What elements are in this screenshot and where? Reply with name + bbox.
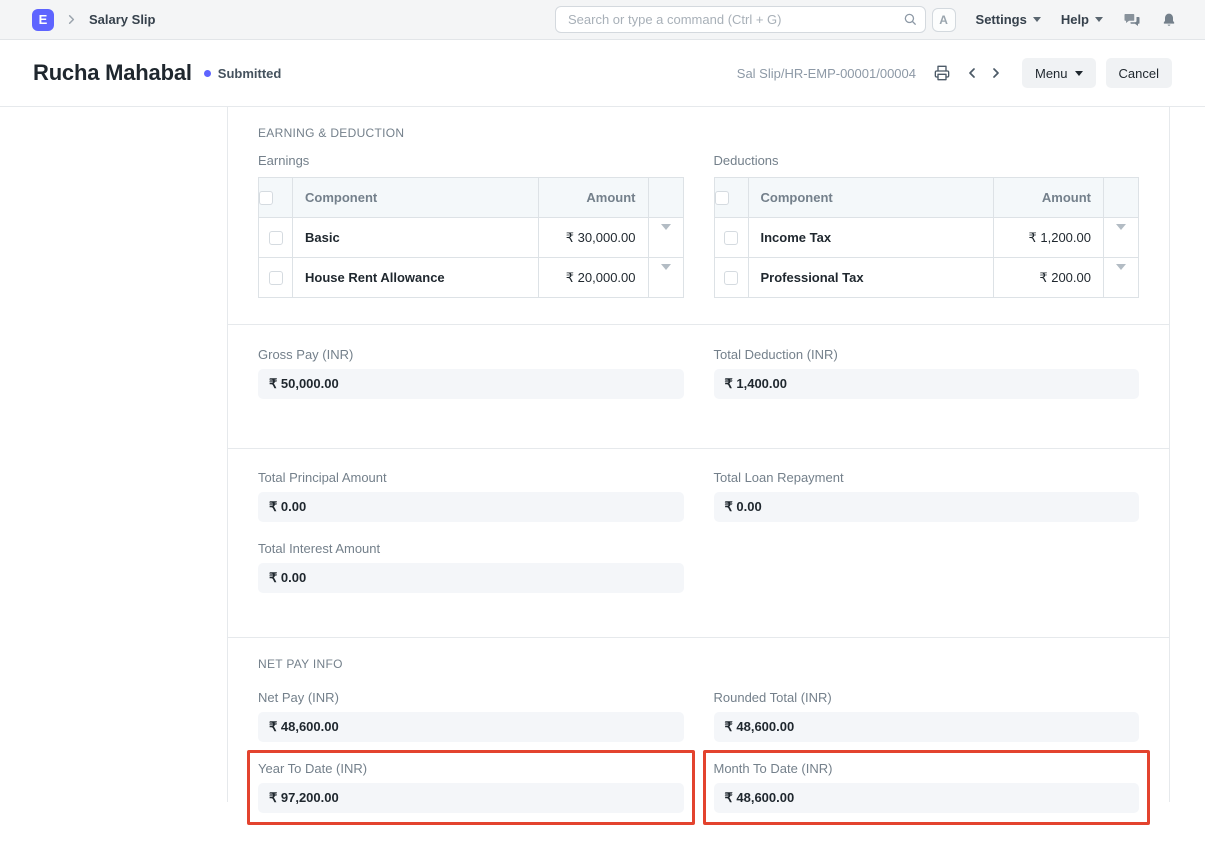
field-value: ₹ 0.00 [258, 492, 684, 522]
row-checkbox[interactable] [269, 271, 283, 285]
menu-button-label: Menu [1035, 66, 1068, 81]
avatar[interactable]: A [932, 8, 956, 32]
notifications-bell-icon[interactable] [1161, 12, 1177, 28]
earnings-table: Component Amount Basic ₹ 30,000.00 [258, 177, 684, 298]
column-header-component: Component [748, 178, 994, 218]
field-total-principal-amount: Total Principal Amount ₹ 0.00 [258, 470, 684, 522]
amount-cell[interactable]: ₹ 200.00 [994, 258, 1104, 298]
row-expand-caret-icon[interactable] [661, 224, 671, 245]
field-value: ₹ 48,600.00 [258, 712, 684, 742]
print-icon[interactable] [934, 65, 950, 81]
table-header-row: Component Amount [714, 178, 1139, 218]
field-label: Year To Date (INR) [258, 761, 684, 776]
field-value: ₹ 1,400.00 [714, 369, 1140, 399]
chat-icon[interactable] [1123, 11, 1141, 29]
section-net-pay-info: NET PAY INFO Net Pay (INR) ₹ 48,600.00 R… [228, 638, 1169, 845]
field-label: Gross Pay (INR) [258, 347, 684, 362]
breadcrumb-item-salary-slip[interactable]: Salary Slip [89, 12, 155, 27]
table-row[interactable]: Basic ₹ 30,000.00 [259, 218, 684, 258]
component-cell[interactable]: Professional Tax [748, 258, 994, 298]
deductions-column: Deductions Component Amount Inco [714, 153, 1140, 298]
section-heading: NET PAY INFO [258, 638, 1139, 671]
field-month-to-date: Month To Date (INR) ₹ 48,600.00 [714, 761, 1140, 813]
navbar-actions: A Settings Help [932, 8, 1177, 32]
component-cell[interactable]: Basic [293, 218, 539, 258]
component-cell[interactable]: House Rent Allowance [293, 258, 539, 298]
settings-menu[interactable]: Settings [976, 12, 1041, 27]
field-value: ₹ 50,000.00 [258, 369, 684, 399]
field-value: ₹ 0.00 [258, 563, 684, 593]
amount-cell[interactable]: ₹ 20,000.00 [538, 258, 648, 298]
field-net-pay: Net Pay (INR) ₹ 48,600.00 [258, 690, 684, 742]
page-head: Rucha Mahabal Submitted Sal Slip/HR-EMP-… [0, 40, 1205, 107]
field-label: Total Loan Repayment [714, 470, 1140, 485]
prev-document-icon[interactable] [964, 65, 980, 81]
status-label: Submitted [218, 66, 282, 81]
row-expand-caret-icon[interactable] [1116, 224, 1126, 245]
earnings-label: Earnings [258, 153, 684, 168]
next-document-icon[interactable] [988, 65, 1004, 81]
chevron-down-icon [1075, 71, 1083, 76]
row-checkbox[interactable] [269, 231, 283, 245]
amount-cell[interactable]: ₹ 30,000.00 [538, 218, 648, 258]
field-gross-pay: Gross Pay (INR) ₹ 50,000.00 [258, 347, 684, 399]
help-label: Help [1061, 12, 1089, 27]
field-total-interest-amount: Total Interest Amount ₹ 0.00 [258, 541, 684, 593]
page-title: Rucha Mahabal [33, 60, 192, 86]
row-checkbox[interactable] [724, 231, 738, 245]
app-logo[interactable]: E [32, 9, 54, 31]
select-all-checkbox[interactable] [715, 191, 729, 205]
section-loans: Total Principal Amount ₹ 0.00 Total Loan… [228, 470, 1169, 638]
document-id: Sal Slip/HR-EMP-00001/00004 [737, 66, 916, 81]
row-checkbox[interactable] [724, 271, 738, 285]
column-header-amount: Amount [538, 178, 648, 218]
field-total-loan-repayment: Total Loan Repayment ₹ 0.00 [714, 470, 1140, 522]
table-row[interactable]: Professional Tax ₹ 200.00 [714, 258, 1139, 298]
section-heading: EARNING & DEDUCTION [258, 107, 1139, 140]
deductions-label: Deductions [714, 153, 1140, 168]
select-all-checkbox[interactable] [259, 191, 273, 205]
section-totals: Gross Pay (INR) ₹ 50,000.00 Total Deduct… [228, 347, 1169, 449]
table-row[interactable]: Income Tax ₹ 1,200.00 [714, 218, 1139, 258]
breadcrumb: E Salary Slip [32, 9, 155, 31]
deductions-table: Component Amount Income Tax ₹ 1,200.00 [714, 177, 1140, 298]
field-value: ₹ 48,600.00 [714, 712, 1140, 742]
field-label: Net Pay (INR) [258, 690, 684, 705]
field-value: ₹ 48,600.00 [714, 783, 1140, 813]
status-dot-icon [204, 70, 211, 77]
status-badge: Submitted [204, 66, 282, 81]
field-label: Rounded Total (INR) [714, 690, 1140, 705]
field-value: ₹ 97,200.00 [258, 783, 684, 813]
column-header-amount: Amount [994, 178, 1104, 218]
settings-label: Settings [976, 12, 1027, 27]
column-header-component: Component [293, 178, 539, 218]
navbar: E Salary Slip A Settings Help [0, 0, 1205, 40]
menu-button[interactable]: Menu [1022, 58, 1096, 88]
chevron-down-icon [1033, 17, 1041, 22]
search-icon [903, 12, 917, 26]
field-total-deduction: Total Deduction (INR) ₹ 1,400.00 [714, 347, 1140, 399]
row-expand-caret-icon[interactable] [1116, 264, 1126, 285]
amount-cell[interactable]: ₹ 1,200.00 [994, 218, 1104, 258]
field-label: Total Interest Amount [258, 541, 684, 556]
chevron-right-icon [64, 12, 79, 27]
help-menu[interactable]: Help [1061, 12, 1103, 27]
field-label: Total Deduction (INR) [714, 347, 1140, 362]
field-label: Month To Date (INR) [714, 761, 1140, 776]
cancel-button[interactable]: Cancel [1106, 58, 1172, 88]
global-search [555, 6, 926, 33]
field-rounded-total: Rounded Total (INR) ₹ 48,600.00 [714, 690, 1140, 742]
field-label: Total Principal Amount [258, 470, 684, 485]
earnings-column: Earnings Component Amount Basic [258, 153, 684, 298]
form-body: EARNING & DEDUCTION Earnings Component A… [227, 107, 1170, 802]
field-value: ₹ 0.00 [714, 492, 1140, 522]
section-earning-deduction: EARNING & DEDUCTION Earnings Component A… [228, 107, 1169, 325]
field-year-to-date: Year To Date (INR) ₹ 97,200.00 [258, 761, 684, 813]
component-cell[interactable]: Income Tax [748, 218, 994, 258]
row-expand-caret-icon[interactable] [661, 264, 671, 285]
search-input[interactable] [555, 6, 926, 33]
table-row[interactable]: House Rent Allowance ₹ 20,000.00 [259, 258, 684, 298]
chevron-down-icon [1095, 17, 1103, 22]
table-header-row: Component Amount [259, 178, 684, 218]
